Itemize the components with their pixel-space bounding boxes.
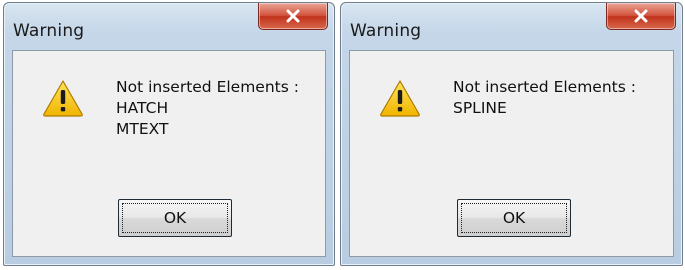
message-line: MTEXT (116, 120, 169, 138)
message-line: Not inserted Elements : (116, 78, 299, 96)
warning-icon (380, 80, 420, 117)
warning-dialog-2: Warning Not inserted Elements : SPLINE O… (340, 2, 683, 266)
ok-button-label: OK (122, 203, 228, 233)
message-text: Not inserted Elements : HATCH MTEXT (116, 77, 299, 140)
message-text: Not inserted Elements : SPLINE (453, 77, 636, 119)
ok-button[interactable]: OK (457, 199, 571, 237)
message-line: HATCH (116, 99, 169, 117)
ok-button[interactable]: OK (118, 199, 232, 237)
message-line: SPLINE (453, 99, 507, 117)
ok-button-label: OK (461, 203, 567, 233)
warning-icon (43, 80, 83, 117)
warning-dialog-1: Warning Not inserted Elements : HATCH MT… (3, 2, 335, 266)
dialog-title: Warning (13, 21, 85, 41)
close-icon (634, 9, 648, 23)
close-button[interactable] (258, 3, 328, 30)
dialog-title: Warning (350, 21, 422, 41)
close-icon (286, 9, 300, 23)
dialog-body: Not inserted Elements : SPLINE OK (349, 50, 674, 257)
dialog-body: Not inserted Elements : HATCH MTEXT OK (12, 50, 326, 257)
message-line: Not inserted Elements : (453, 78, 636, 96)
close-button[interactable] (606, 3, 676, 30)
